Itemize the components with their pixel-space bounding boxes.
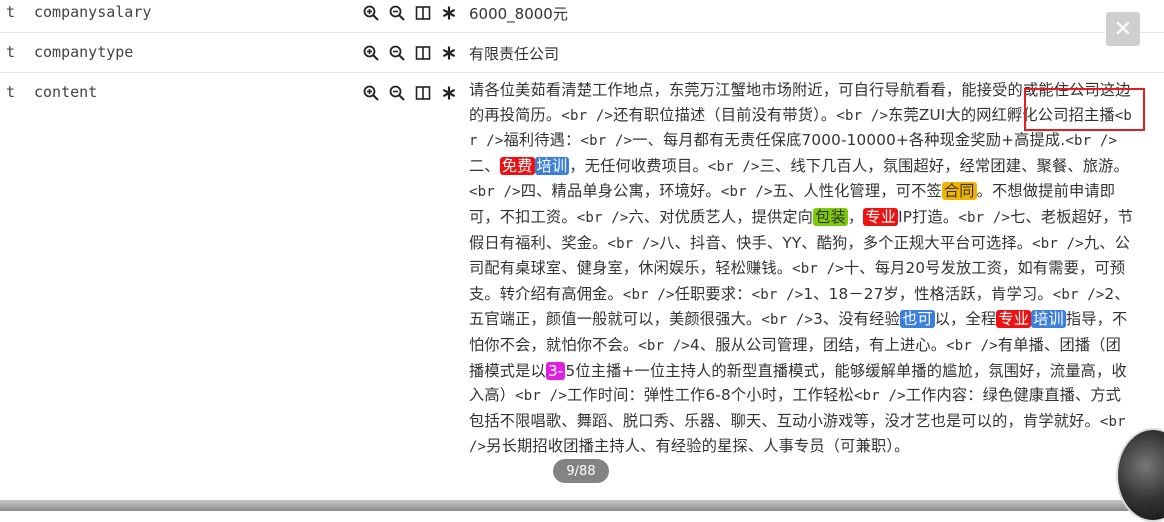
br-tag: <br /> [720, 184, 773, 201]
content-segment: ， [847, 207, 864, 226]
br-tag: <br /> [561, 107, 614, 124]
br-tag: <br /> [1032, 235, 1084, 252]
content-segment: 二、 [469, 156, 500, 175]
bottom-strip [0, 500, 1164, 511]
content-segment: 三、线下几百人，氛围超好，经常团建、聚餐、旅游。 [759, 156, 1129, 175]
content-text: 请各位美茹看清楚工作地点，东莞万江蟹地市场附近，可自行导航看看，能接受的或能住公… [469, 78, 1134, 460]
highlight-keyword: 包装 [813, 207, 848, 226]
zoom-in-icon[interactable] [362, 4, 380, 22]
highlight-keyword: 免费 [499, 156, 535, 175]
content-segment: 五、人性化管理，可不签 [772, 182, 942, 201]
columns-icon[interactable] [414, 84, 432, 102]
asterisk-icon[interactable] [440, 84, 458, 102]
br-tag: <br /> [1052, 286, 1105, 303]
zoom-in-icon[interactable] [362, 84, 380, 102]
columns-icon[interactable] [414, 44, 432, 62]
content-segment: 4、服从公司管理，团结，有上进心。 [690, 335, 947, 354]
asterisk-icon[interactable] [440, 44, 458, 62]
highlight-keyword: 也可 [899, 310, 935, 329]
field-row-companytype: t companytype 有限责任公司 [0, 32, 1164, 73]
content-segment: 任职要求： [674, 284, 752, 303]
field-name: companytype [34, 43, 134, 61]
br-tag: <br /> [638, 337, 691, 354]
br-tag: <br /> [580, 133, 633, 150]
asterisk-icon[interactable] [440, 4, 458, 22]
content-segment: 东莞ZUI大的网红孵化公司招主播 [888, 105, 1115, 124]
page-indicator: 9/88 [553, 459, 609, 483]
content-segment: ，无任何收费项目。 [569, 156, 708, 175]
field-value: 有限责任公司 [469, 45, 560, 63]
highlight-keyword: 合同 [941, 182, 977, 201]
br-tag: <br /> [576, 209, 629, 226]
br-tag: <br /> [1065, 133, 1118, 150]
content-segment: 1、18－27岁，性格活跃，肯学习。 [803, 284, 1053, 303]
content-segment: 3、没有经验 [813, 310, 900, 329]
content-segment: IP打造。 [898, 207, 959, 226]
br-tag: <br /> [836, 107, 889, 124]
field-name: content [34, 83, 98, 101]
zoom-out-icon[interactable] [388, 84, 406, 102]
highlight-keyword: 培训 [1031, 310, 1066, 329]
br-tag: <br /> [958, 209, 1011, 226]
content-segment: 另长期招收团播主持人、有经验的星探、人事专员（可兼职）。 [486, 437, 910, 456]
highlight-keyword: 专业 [863, 207, 899, 226]
br-tag: <br /> [515, 388, 567, 405]
content-segment: 还有职位描述（目前没有带货）。 [613, 105, 837, 124]
content-segment: 六、对优质艺人，提供定向 [628, 207, 814, 226]
content-segment: 福利待遇： [503, 131, 581, 150]
field-row-companysalary: t companysalary 6000_8000元 [0, 0, 1164, 32]
br-tag: <br /> [469, 184, 521, 201]
br-tag: <br /> [853, 388, 906, 405]
highlight-keyword: 专业 [996, 310, 1032, 329]
br-tag: <br /> [792, 261, 844, 278]
field-type: t [6, 43, 16, 61]
close-button[interactable]: ✕ [1106, 12, 1140, 46]
zoom-out-icon[interactable] [388, 4, 406, 22]
field-type: t [6, 3, 16, 21]
columns-icon[interactable] [414, 4, 432, 22]
field-type: t [6, 83, 16, 101]
br-tag: <br /> [622, 286, 675, 303]
field-value: 6000_8000元 [469, 5, 568, 23]
content-segment: 八、抖音、快手、YY、酷狗，多个正规大平台可选择。 [659, 233, 1033, 252]
br-tag: <br /> [751, 286, 804, 303]
br-tag: <br /> [707, 158, 760, 175]
zoom-out-icon[interactable] [388, 44, 406, 62]
content-segment: 四、精品单身公寓，环境好。 [520, 182, 721, 201]
zoom-in-icon[interactable] [362, 44, 380, 62]
content-segment: 工作时间：弹性工作6-8个小时，工作轻松 [566, 386, 854, 405]
content-segment: 以，全程 [934, 310, 997, 329]
highlight-keyword: 3- [545, 361, 566, 380]
br-tag: <br /> [607, 235, 660, 252]
content-segment: 一、每月都有无责任保底7000-10000+各种现金奖励+高提成. [632, 131, 1066, 150]
br-tag: <br /> [761, 312, 814, 329]
field-name: companysalary [34, 3, 152, 21]
br-tag: <br /> [946, 337, 998, 354]
highlight-keyword: 培训 [534, 156, 570, 175]
